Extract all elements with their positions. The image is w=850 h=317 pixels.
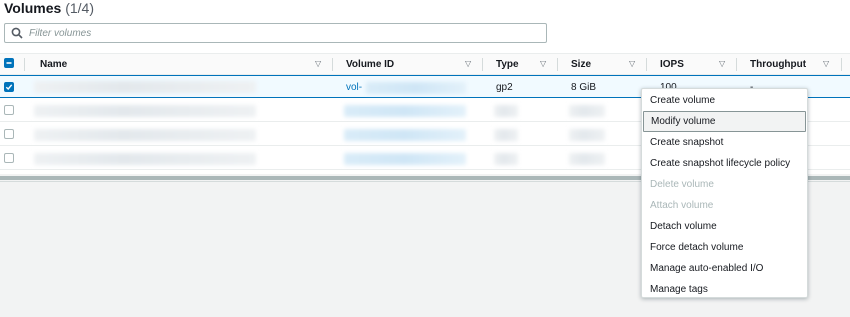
column-header-volume-id[interactable]: Volume ID: [346, 54, 394, 74]
column-header-type[interactable]: Type: [496, 54, 519, 74]
column-label: Volume ID: [346, 58, 395, 70]
redacted-name: [34, 129, 256, 141]
menu-item-create-volume[interactable]: Create volume: [642, 90, 807, 111]
column-separator[interactable]: [482, 58, 483, 71]
menu-item-detach-volume[interactable]: Detach volume: [642, 216, 807, 237]
redacted-size: [569, 105, 605, 117]
column-separator[interactable]: [557, 58, 558, 71]
redacted-volume-id: [366, 82, 466, 94]
redacted-type: [494, 129, 518, 141]
sort-caret-icon[interactable]: ▽: [465, 59, 471, 69]
column-label: IOPS: [660, 58, 684, 70]
column-label: Name: [40, 58, 68, 70]
column-header-name[interactable]: Name: [40, 54, 67, 74]
redacted-volume-id: [344, 153, 466, 165]
redacted-name: [34, 105, 256, 117]
sort-caret-icon[interactable]: ▽: [823, 59, 829, 69]
search-box[interactable]: [4, 23, 547, 43]
redacted-volume-id: [344, 105, 466, 117]
column-separator[interactable]: [646, 58, 647, 71]
menu-item-create-snapshot-lifecycle-policy[interactable]: Create snapshot lifecycle policy: [642, 153, 807, 174]
menu-item-manage-tags[interactable]: Manage tags: [642, 279, 807, 300]
column-separator[interactable]: [332, 58, 333, 71]
sort-caret-icon[interactable]: ▽: [540, 59, 546, 69]
menu-item-force-detach-volume[interactable]: Force detach volume: [642, 237, 807, 258]
column-separator: [24, 58, 25, 71]
row-checkbox[interactable]: [4, 129, 14, 139]
column-header-iops[interactable]: IOPS: [660, 54, 684, 74]
column-header-throughput[interactable]: Throughput: [750, 54, 806, 74]
redacted-name: [34, 153, 256, 165]
sort-caret-icon[interactable]: ▽: [719, 59, 725, 69]
menu-item-manage-auto-enabled-io[interactable]: Manage auto-enabled I/O: [642, 258, 807, 279]
column-header-size[interactable]: Size: [571, 54, 591, 74]
sort-caret-icon[interactable]: ▽: [629, 59, 635, 69]
size-cell: 8 GiB: [571, 82, 597, 93]
redacted-size: [569, 153, 605, 165]
redacted-type: [494, 153, 518, 165]
menu-item-delete-volume: Delete volume: [650, 179, 714, 190]
search-input[interactable]: [29, 27, 529, 39]
column-separator[interactable]: [736, 58, 737, 71]
column-label: Throughput: [750, 58, 807, 70]
selection-count: (1/4): [65, 0, 94, 16]
table-header: Name ▽ Volume ID ▽ Type ▽ Size ▽ IOPS ▽ …: [0, 53, 850, 75]
column-label: Type: [496, 58, 519, 70]
menu-item-attach-volume: Attach volume: [650, 200, 714, 211]
redacted-name: [34, 81, 256, 93]
title-label: Volumes: [4, 0, 62, 16]
row-checkbox[interactable]: [4, 82, 14, 92]
type-cell: gp2: [496, 82, 513, 93]
sort-caret-icon[interactable]: ▽: [315, 59, 321, 69]
redacted-volume-id: [344, 129, 466, 141]
menu-item-modify-volume[interactable]: Modify volume: [643, 111, 806, 132]
select-all-checkbox[interactable]: [4, 58, 14, 68]
column-separator[interactable]: [841, 58, 842, 71]
redacted-type: [494, 105, 518, 117]
row-checkbox[interactable]: [4, 153, 14, 163]
minus-icon: [6, 62, 12, 64]
actions-dropdown-menu: Create volume Modify volume Create snaps…: [641, 88, 808, 298]
volume-id-link[interactable]: vol-: [346, 82, 362, 94]
search-icon: [11, 27, 23, 39]
redacted-size: [569, 129, 605, 141]
page-title: Volumes (1/4): [4, 0, 94, 17]
row-checkbox[interactable]: [4, 105, 14, 115]
checkmark-icon: [5, 84, 13, 91]
column-label: Size: [571, 58, 592, 70]
menu-item-create-snapshot[interactable]: Create snapshot: [642, 132, 807, 153]
